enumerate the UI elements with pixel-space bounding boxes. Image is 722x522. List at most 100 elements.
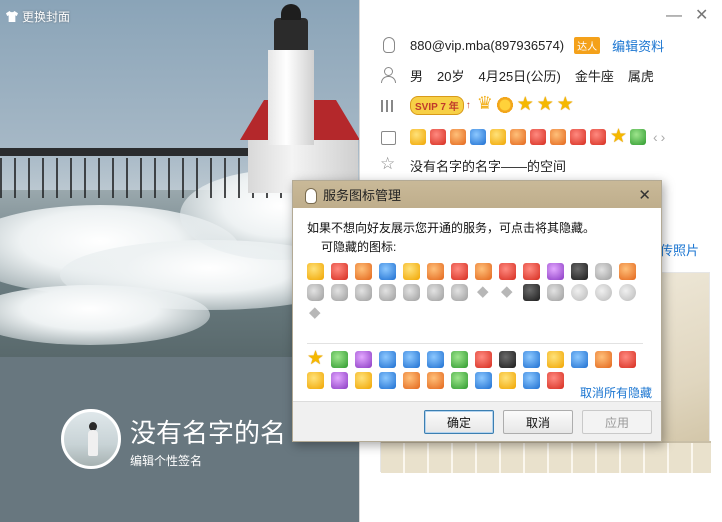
service-icon[interactable] (571, 351, 588, 368)
service-icon[interactable] (403, 263, 420, 280)
service-icon[interactable] (547, 263, 564, 280)
service-icon[interactable] (355, 372, 372, 389)
service-icon[interactable] (547, 284, 564, 301)
play-icon[interactable] (331, 351, 348, 368)
diamond-icon[interactable] (475, 282, 492, 301)
nickname: 没有名字的名 (130, 418, 287, 448)
apply-button[interactable]: 应用 (582, 410, 652, 434)
service-icon[interactable] (547, 351, 564, 368)
service-icon[interactable] (331, 284, 348, 301)
heart-icon[interactable] (355, 263, 372, 280)
star-icon (537, 93, 554, 116)
service-icon[interactable] (619, 351, 636, 368)
service-icon[interactable] (427, 284, 444, 301)
book-icon[interactable] (427, 263, 444, 280)
service-icon[interactable] (403, 351, 420, 368)
dialog-title: 服务图标管理 (323, 188, 402, 203)
service-icon[interactable] (523, 351, 540, 368)
service-icon[interactable] (427, 372, 444, 389)
service-icon[interactable] (595, 284, 612, 301)
service-icon[interactable] (499, 372, 516, 389)
close-button[interactable]: ✕ (695, 8, 708, 24)
lighthouse-tower (268, 50, 314, 145)
service-icon[interactable] (430, 129, 446, 145)
upload-photo-link[interactable]: 传照片 (660, 240, 699, 259)
ok-button[interactable]: 确定 (424, 410, 494, 434)
service-icon[interactable] (379, 351, 396, 368)
service-icon[interactable] (523, 284, 540, 301)
service-icon[interactable] (570, 129, 586, 145)
lighthouse-lantern (274, 18, 308, 50)
service-icon[interactable] (499, 263, 516, 280)
play-icon[interactable] (630, 129, 646, 145)
service-icon[interactable] (451, 284, 468, 301)
service-icon[interactable] (355, 351, 372, 368)
edit-signature-link[interactable]: 编辑个性签名 (130, 452, 202, 469)
cancel-button[interactable]: 取消 (503, 410, 573, 434)
hidden-icons-label: 可隐藏的图标: (321, 240, 397, 254)
diamond-icon[interactable] (530, 129, 546, 145)
hideable-icons-grid (307, 263, 647, 322)
service-icon[interactable] (307, 263, 324, 280)
edit-profile-link[interactable]: 编辑资料 (612, 36, 664, 55)
service-icon[interactable] (451, 372, 468, 389)
service-icon[interactable] (619, 263, 636, 280)
account-row: 880@vip.mba(897936574) 达人 编辑资料 (380, 34, 664, 56)
next-arrow-icon[interactable]: › (661, 129, 666, 145)
account-text: 880@vip.mba(897936574) (410, 37, 565, 53)
service-icon[interactable] (475, 372, 492, 389)
service-icon[interactable] (355, 284, 372, 301)
service-icon[interactable] (307, 372, 324, 389)
diamond-icon[interactable] (307, 303, 324, 322)
service-icon[interactable] (523, 263, 540, 280)
change-cover-button[interactable]: 更换封面 (6, 8, 70, 25)
service-icon[interactable] (403, 284, 420, 301)
service-icon[interactable] (550, 129, 566, 145)
star-icon[interactable] (610, 125, 627, 148)
prev-arrow-icon[interactable]: ‹ (653, 129, 658, 145)
service-icon[interactable] (427, 351, 444, 368)
service-icon[interactable] (379, 372, 396, 389)
service-icon[interactable] (499, 351, 516, 368)
qq-penguin-icon (303, 187, 317, 204)
service-icon[interactable] (595, 351, 612, 368)
service-icons-row: ‹ › (380, 125, 666, 148)
service-icon[interactable] (595, 263, 612, 280)
service-icon[interactable] (331, 372, 348, 389)
service-icon[interactable] (547, 372, 564, 389)
daren-badge[interactable]: 达人 (574, 36, 601, 54)
service-icon[interactable] (590, 129, 606, 145)
service-icon[interactable] (490, 129, 506, 145)
diamond-icon[interactable] (499, 282, 516, 301)
service-icon[interactable] (571, 284, 588, 301)
service-icon[interactable] (379, 284, 396, 301)
svip-badge[interactable]: SVIP 7 年 (410, 95, 464, 115)
dialog-hint: 如果不想向好友展示您开通的服务，可点击将其隐藏。 (307, 221, 596, 235)
heart-icon[interactable] (450, 129, 466, 145)
star-icon[interactable] (307, 347, 324, 370)
dialog-close-button[interactable]: ✕ (638, 186, 651, 204)
dialog-titlebar[interactable]: 服务图标管理 (293, 181, 661, 208)
svip-year: 年 (448, 101, 459, 113)
book-icon[interactable] (510, 129, 526, 145)
service-icon[interactable] (307, 284, 324, 301)
service-icon[interactable] (571, 263, 588, 280)
service-icon[interactable] (451, 351, 468, 368)
crown-icon (477, 93, 493, 114)
service-icon[interactable] (619, 284, 636, 301)
service-icon[interactable] (475, 351, 492, 368)
qq-show-icon[interactable] (410, 129, 426, 145)
service-icon[interactable] (331, 263, 348, 280)
service-icon[interactable] (523, 372, 540, 389)
diamond-icon[interactable] (451, 263, 468, 280)
service-icon[interactable] (403, 372, 420, 389)
minimize-button[interactable]: — (666, 8, 682, 24)
service-icon[interactable] (475, 263, 492, 280)
dialog-footer: 确定 取消 应用 (293, 401, 661, 441)
cancel-all-hidden-link[interactable]: 取消所有隐藏 (576, 384, 653, 401)
age: 20岁 (437, 68, 465, 84)
avatar[interactable] (61, 409, 121, 469)
lighthouse-cap (281, 4, 301, 20)
blue-star-icon[interactable] (379, 263, 396, 280)
blue-star-icon[interactable] (470, 129, 486, 145)
